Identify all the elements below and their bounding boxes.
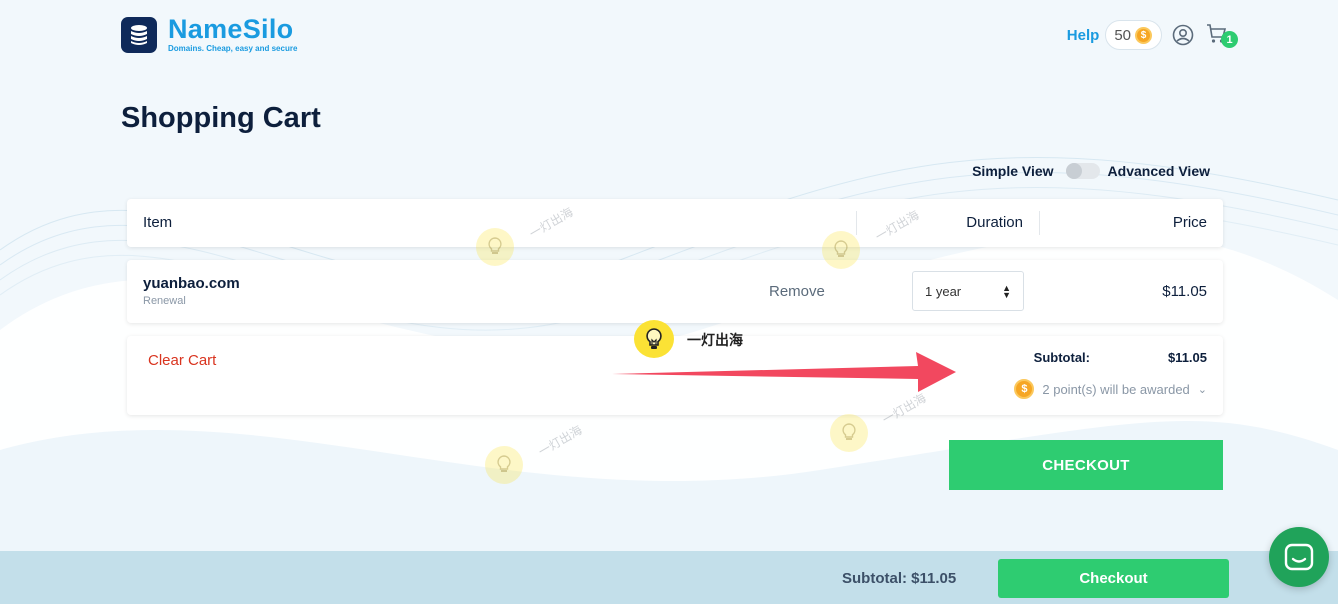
simple-view-label[interactable]: Simple View [972, 163, 1053, 179]
remove-item-link[interactable]: Remove [769, 283, 825, 300]
annotation-label: 一灯出海 [687, 332, 743, 348]
cart-summary: Clear Cart Subtotal: $11.05 $ 2 point(s)… [127, 336, 1223, 415]
points-pill[interactable]: 50 $ [1105, 20, 1162, 50]
lightbulb-icon [634, 320, 674, 358]
select-arrows-icon: ▲ ▼ [1002, 283, 1011, 300]
help-link[interactable]: Help [1067, 27, 1100, 44]
duration-value: 1 year [925, 283, 962, 299]
brand-logo[interactable]: NameSilo Domains. Cheap, easy and secure [121, 16, 297, 53]
watermark-bulb-icon [830, 414, 868, 452]
coin-icon: $ [1135, 26, 1152, 44]
item-price: $11.05 [1162, 283, 1207, 300]
watermark-text: 一灯出海 [535, 422, 585, 459]
watermark-bulb-icon [485, 446, 523, 484]
database-icon [121, 16, 157, 53]
subtotal-label: Subtotal: [1033, 350, 1090, 365]
domain-name: yuanbao.com [143, 275, 240, 292]
duration-select[interactable]: 1 year ▲ ▼ [912, 271, 1024, 311]
bottom-checkout-bar: Subtotal: $11.05 Checkout [0, 551, 1338, 604]
cart-button[interactable]: 1 [1206, 23, 1238, 48]
column-header-price: Price [1172, 214, 1207, 231]
header-actions: Help 50 $ 1 [1067, 20, 1238, 50]
chat-widget-button[interactable] [1269, 527, 1329, 587]
points-award-text: 2 point(s) will be awarded [1042, 381, 1190, 397]
points-count: 50 [1114, 26, 1131, 44]
view-toggle-switch[interactable] [1065, 163, 1100, 179]
bottom-checkout-button[interactable]: Checkout [998, 559, 1229, 598]
column-divider [856, 211, 857, 235]
cart-count-badge: 1 [1221, 31, 1238, 48]
clear-cart-link[interactable]: Clear Cart [148, 352, 216, 369]
cart-table-header: Item Duration Price [127, 199, 1223, 247]
column-header-duration: Duration [966, 214, 1023, 231]
subtotal-value: $11.05 [1167, 350, 1207, 365]
advanced-view-label[interactable]: Advanced View [1108, 163, 1210, 179]
item-type: Renewal [143, 295, 186, 307]
column-header-item: Item [143, 214, 173, 231]
chat-icon [1284, 543, 1314, 571]
points-award-toggle[interactable]: $ 2 point(s) will be awarded ⌄ [1014, 379, 1207, 399]
page-title: Shopping Cart [121, 102, 321, 134]
user-account-icon[interactable] [1172, 24, 1194, 46]
watermark-bulb-icon [476, 228, 514, 266]
brand-name: NameSilo [168, 14, 294, 44]
brand-tagline: Domains. Cheap, easy and secure [168, 44, 298, 53]
cart-item-row: yuanbao.com Renewal Remove 1 year ▲ ▼ $11… [127, 260, 1223, 323]
checkout-button[interactable]: CHECKOUT [949, 440, 1223, 490]
view-toggle: Simple View Advanced View [972, 163, 1210, 179]
watermark-bulb-icon [822, 231, 860, 269]
column-divider [1039, 211, 1040, 235]
coin-icon: $ [1014, 379, 1035, 399]
bottom-subtotal: Subtotal: $11.05 [842, 570, 957, 587]
chevron-down-icon: ⌄ [1197, 383, 1207, 396]
toggle-knob [1065, 163, 1082, 179]
